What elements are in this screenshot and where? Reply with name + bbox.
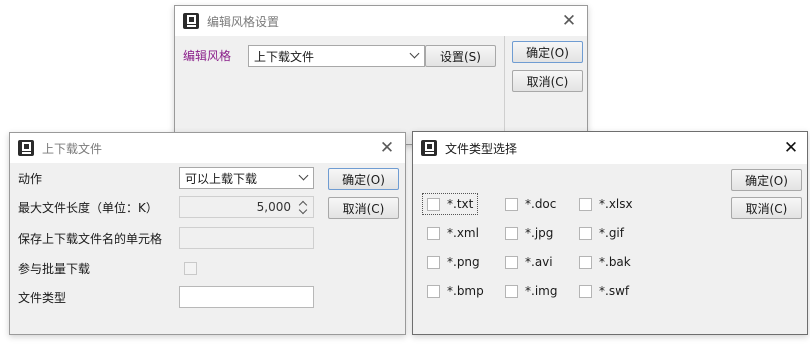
- cancel-button[interactable]: 取消(C): [731, 197, 802, 219]
- settings-button[interactable]: 设置(S): [425, 45, 496, 67]
- close-icon[interactable]: ✕: [377, 138, 397, 158]
- file-type-option[interactable]: *.doc: [505, 193, 556, 215]
- ok-button[interactable]: 确定(O): [731, 169, 802, 191]
- checkbox[interactable]: [579, 197, 592, 211]
- style-label: 编辑风格: [183, 49, 232, 63]
- style-select[interactable]: 上下载文件: [248, 45, 425, 67]
- style-dialog-titlebar[interactable]: 编辑风格设置 ✕: [175, 6, 587, 36]
- checkbox[interactable]: [505, 197, 518, 211]
- cell-name-label: 保存上下载文件名的单元格: [18, 232, 163, 246]
- checkbox[interactable]: [579, 284, 592, 298]
- checkbox[interactable]: [505, 284, 518, 298]
- divider: [504, 36, 505, 146]
- file-type-field[interactable]: [179, 286, 314, 308]
- file-type-option[interactable]: *.swf: [579, 280, 629, 302]
- action-label: 动作: [18, 172, 43, 186]
- file-type-option[interactable]: *.txt: [422, 193, 479, 215]
- file-type-option[interactable]: *.jpg: [505, 222, 553, 244]
- file-type-dialog: 文件类型选择 ✕ *.txt *.doc *.xlsx *.xml *.jpg …: [412, 131, 808, 335]
- checkbox[interactable]: [427, 284, 440, 298]
- batch-download-checkbox[interactable]: [184, 262, 197, 275]
- checkbox[interactable]: [579, 226, 592, 240]
- checkbox[interactable]: [427, 255, 440, 269]
- file-type-label: 文件类型: [18, 291, 67, 305]
- ok-button[interactable]: 确定(O): [512, 41, 583, 63]
- checkbox[interactable]: [427, 197, 440, 211]
- ok-button[interactable]: 确定(O): [328, 168, 399, 190]
- file-type-option[interactable]: *.bak: [579, 251, 631, 273]
- checkbox[interactable]: [427, 226, 440, 240]
- close-icon[interactable]: ✕: [559, 11, 579, 31]
- max-length-stepper[interactable]: 5,000: [179, 196, 314, 218]
- file-type-option[interactable]: *.avi: [505, 251, 553, 273]
- cancel-button[interactable]: 取消(C): [328, 197, 399, 219]
- action-select-value: 可以上载下载: [185, 171, 258, 186]
- upload-dialog-title: 上下载文件: [42, 141, 103, 156]
- file-type-option[interactable]: *.img: [505, 280, 557, 302]
- file-type-dialog-title: 文件类型选择: [445, 141, 518, 156]
- chevron-down-icon: [298, 170, 309, 181]
- app-logo-icon: [18, 140, 34, 156]
- batch-download-label: 参与批量下载: [18, 262, 91, 276]
- close-icon[interactable]: ✕: [781, 138, 801, 158]
- upload-download-dialog: 上下载文件 ✕ 动作 可以上载下载 最大文件长度（单位：K） 5,000 保存上…: [9, 132, 406, 335]
- file-type-dialog-titlebar[interactable]: 文件类型选择 ✕: [413, 132, 807, 164]
- max-length-label: 最大文件长度（单位：K）: [18, 201, 158, 215]
- checkbox[interactable]: [505, 255, 518, 269]
- app-logo-icon: [183, 13, 199, 29]
- file-type-option[interactable]: *.gif: [579, 222, 624, 244]
- file-type-option[interactable]: *.bmp: [427, 280, 484, 302]
- style-settings-dialog: 编辑风格设置 ✕ 编辑风格 上下载文件 设置(S) 确定(O) 取消(C): [174, 5, 588, 146]
- chevron-down-icon: [409, 48, 420, 59]
- file-type-option[interactable]: *.xlsx: [579, 193, 633, 215]
- style-select-value: 上下载文件: [254, 49, 315, 64]
- file-type-option[interactable]: *.xml: [427, 222, 479, 244]
- app-logo-icon: [421, 140, 437, 156]
- file-type-option[interactable]: *.png: [427, 251, 480, 273]
- cell-name-field[interactable]: [179, 227, 314, 249]
- style-dialog-title: 编辑风格设置: [207, 14, 280, 29]
- checkbox[interactable]: [505, 226, 518, 240]
- max-length-value: 5,000: [256, 200, 291, 214]
- cancel-button[interactable]: 取消(C): [512, 70, 583, 92]
- checkbox[interactable]: [579, 255, 592, 269]
- upload-dialog-titlebar[interactable]: 上下载文件 ✕: [10, 133, 405, 163]
- spin-down-icon[interactable]: [297, 207, 309, 216]
- action-select[interactable]: 可以上载下载: [179, 167, 314, 189]
